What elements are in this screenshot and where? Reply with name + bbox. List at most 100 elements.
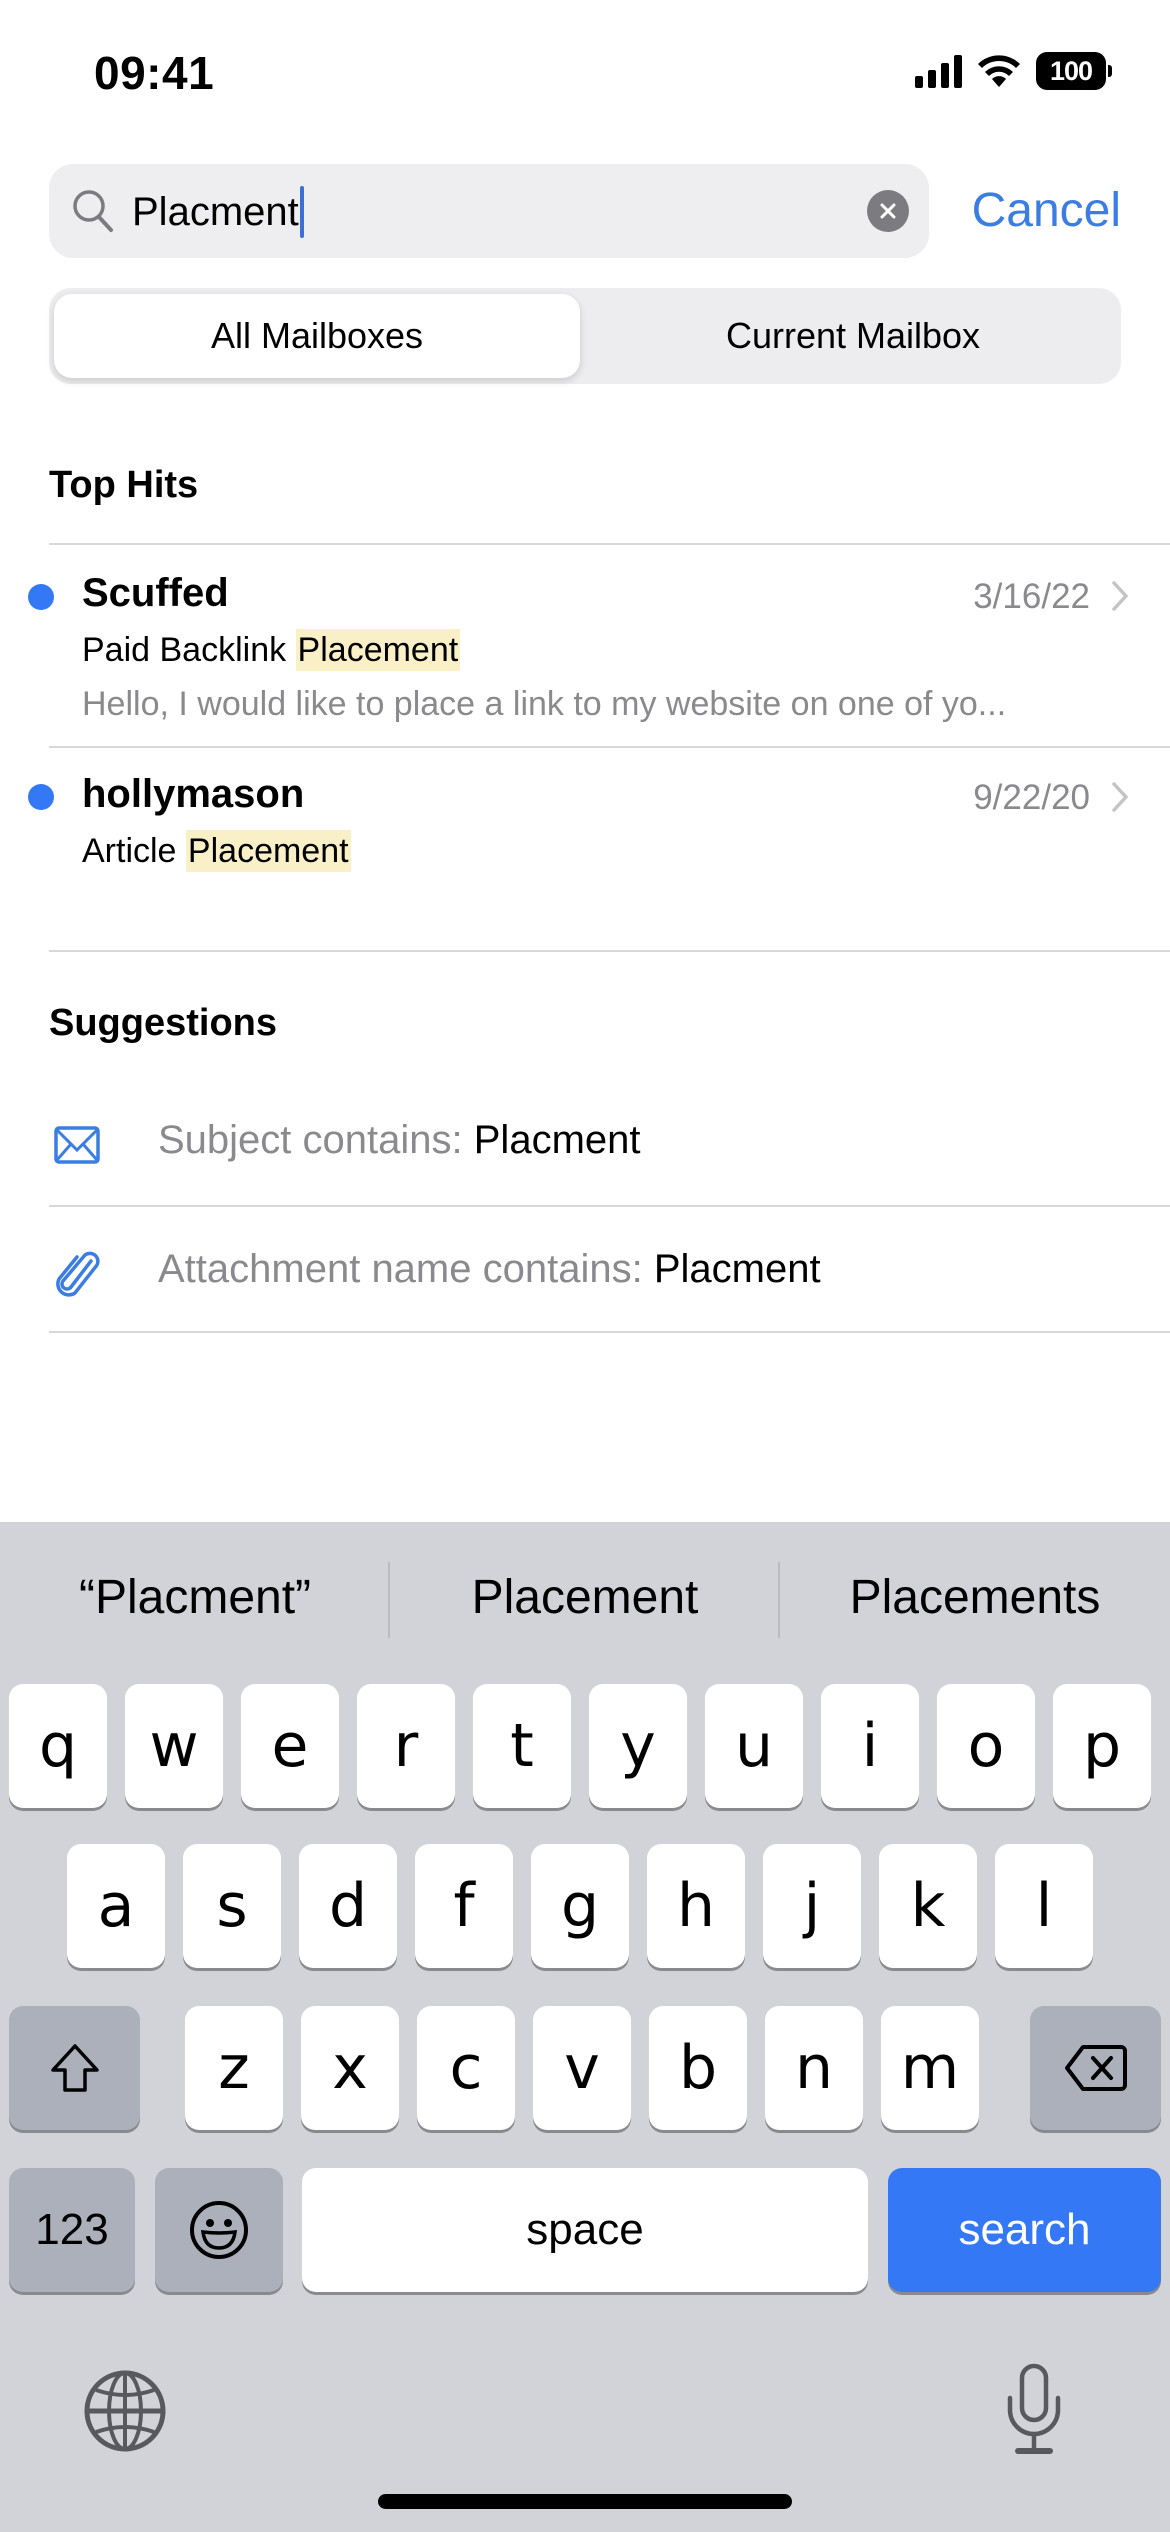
mail-sender: Scuffed bbox=[82, 571, 229, 615]
search-input[interactable]: Placment bbox=[49, 164, 929, 258]
unread-dot bbox=[28, 584, 54, 610]
mail-sender: hollymason bbox=[82, 772, 305, 816]
mail-row[interactable]: hollymason 9/22/20 Article Placement bbox=[0, 748, 1170, 948]
home-indicator[interactable] bbox=[378, 2494, 792, 2509]
subject-text: Paid Backlink bbox=[82, 631, 296, 669]
key-l[interactable]: l bbox=[995, 1844, 1093, 1968]
key-label: s bbox=[216, 1871, 248, 1941]
key-o[interactable]: o bbox=[937, 1684, 1035, 1808]
key-y[interactable]: y bbox=[589, 1684, 687, 1808]
key-label: j bbox=[803, 1871, 821, 1941]
suggestion-subject[interactable]: Subject contains: Placment bbox=[0, 1080, 1170, 1206]
mailbox-scope-control: All Mailboxes Current Mailbox bbox=[49, 288, 1121, 384]
key-f[interactable]: f bbox=[415, 1844, 513, 1968]
mail-row[interactable]: Scuffed 3/16/22 Paid Backlink Placement … bbox=[0, 545, 1170, 745]
key-label: a bbox=[97, 1871, 135, 1941]
key-b[interactable]: b bbox=[649, 2006, 747, 2130]
mail-subject: Article Placement bbox=[82, 830, 351, 872]
key-a[interactable]: a bbox=[67, 1844, 165, 1968]
key-g[interactable]: g bbox=[531, 1844, 629, 1968]
suggestion-label: Attachment name contains: bbox=[158, 1247, 654, 1291]
key-label: d bbox=[328, 1871, 368, 1941]
key-label: p bbox=[1082, 1711, 1122, 1781]
key-w[interactable]: w bbox=[125, 1684, 223, 1808]
key-i[interactable]: i bbox=[821, 1684, 919, 1808]
key-label: r bbox=[393, 1711, 419, 1781]
key-label: k bbox=[910, 1871, 946, 1941]
key-label: w bbox=[149, 1711, 199, 1781]
key-d[interactable]: d bbox=[299, 1844, 397, 1968]
search-key[interactable]: search bbox=[888, 2168, 1161, 2292]
key-n[interactable]: n bbox=[765, 2006, 863, 2130]
unread-dot bbox=[28, 784, 54, 810]
numbers-key-label: 123 bbox=[35, 2205, 109, 2254]
search-row: Placment Cancel bbox=[49, 164, 1121, 258]
suggestion-attachment[interactable]: Attachment name contains: Placment bbox=[0, 1207, 1170, 1333]
key-label: t bbox=[510, 1711, 534, 1781]
delete-icon bbox=[1064, 2045, 1127, 2091]
key-label: h bbox=[676, 1871, 716, 1941]
scope-all-mailboxes[interactable]: All Mailboxes bbox=[54, 294, 580, 378]
key-label: g bbox=[560, 1871, 600, 1941]
suggestion-text: Attachment name contains: Placment bbox=[158, 1247, 821, 1292]
chevron-right-icon bbox=[1112, 581, 1128, 611]
status-bar: 09:41 100 bbox=[0, 0, 1170, 150]
search-query-wrapper: Placment bbox=[132, 186, 304, 238]
key-label: c bbox=[449, 2033, 483, 2103]
space-key[interactable]: space bbox=[302, 2168, 868, 2292]
mail-preview: Hello, I would like to place a link to m… bbox=[82, 685, 1007, 723]
divider bbox=[49, 950, 1170, 952]
predictive-bar: “Placment” Placement Placements bbox=[0, 1522, 1170, 1672]
search-match-highlight: Placement bbox=[295, 629, 461, 671]
suggestion-value: Placment bbox=[653, 1247, 821, 1291]
status-icons: 100 bbox=[915, 52, 1112, 90]
globe-icon[interactable] bbox=[82, 2368, 168, 2454]
key-e[interactable]: e bbox=[241, 1684, 339, 1808]
wifi-icon bbox=[978, 55, 1020, 87]
cancel-button[interactable]: Cancel bbox=[972, 182, 1121, 240]
scope-current-mailbox[interactable]: Current Mailbox bbox=[590, 294, 1116, 378]
key-j[interactable]: j bbox=[763, 1844, 861, 1968]
key-t[interactable]: t bbox=[473, 1684, 571, 1808]
delete-key[interactable] bbox=[1030, 2006, 1161, 2130]
mail-date: 9/22/20 bbox=[973, 778, 1090, 817]
search-icon bbox=[73, 190, 113, 232]
envelope-icon bbox=[54, 1126, 100, 1164]
chevron-right-icon bbox=[1112, 782, 1128, 812]
key-label: n bbox=[794, 2033, 834, 2103]
key-r[interactable]: r bbox=[357, 1684, 455, 1808]
prediction-2[interactable]: Placements bbox=[780, 1570, 1170, 1625]
key-label: v bbox=[564, 2033, 600, 2103]
paperclip-icon bbox=[56, 1251, 100, 1297]
prediction-literal[interactable]: “Placment” bbox=[0, 1570, 390, 1625]
key-h[interactable]: h bbox=[647, 1844, 745, 1968]
key-k[interactable]: k bbox=[879, 1844, 977, 1968]
key-u[interactable]: u bbox=[705, 1684, 803, 1808]
microphone-icon[interactable] bbox=[1002, 2362, 1066, 2458]
key-p[interactable]: p bbox=[1053, 1684, 1151, 1808]
key-m[interactable]: m bbox=[881, 2006, 979, 2130]
key-label: y bbox=[620, 1711, 656, 1781]
key-v[interactable]: v bbox=[533, 2006, 631, 2130]
key-s[interactable]: s bbox=[183, 1844, 281, 1968]
key-label: l bbox=[1035, 1871, 1053, 1941]
emoji-key[interactable] bbox=[155, 2168, 283, 2292]
key-label: e bbox=[271, 1711, 309, 1781]
numbers-key[interactable]: 123 bbox=[9, 2168, 135, 2292]
prediction-1[interactable]: Placement bbox=[390, 1570, 780, 1625]
search-key-label: search bbox=[958, 2205, 1091, 2254]
key-x[interactable]: x bbox=[301, 2006, 399, 2130]
key-z[interactable]: z bbox=[185, 2006, 283, 2130]
key-q[interactable]: q bbox=[9, 1684, 107, 1808]
key-label: q bbox=[38, 1711, 78, 1781]
suggestions-heading: Suggestions bbox=[49, 1002, 278, 1044]
shift-key[interactable] bbox=[9, 2006, 140, 2130]
keyboard: “Placment” Placement Placements q w e r t y u i… bbox=[0, 1522, 1170, 2532]
mail-subject: Paid Backlink Placement bbox=[82, 629, 461, 671]
space-key-label: space bbox=[526, 2205, 644, 2254]
search-match-highlight: Placement bbox=[185, 830, 351, 872]
key-label: f bbox=[453, 1871, 475, 1941]
key-c[interactable]: c bbox=[417, 2006, 515, 2130]
mail-date: 3/16/22 bbox=[973, 577, 1090, 616]
clear-button[interactable] bbox=[867, 190, 909, 232]
